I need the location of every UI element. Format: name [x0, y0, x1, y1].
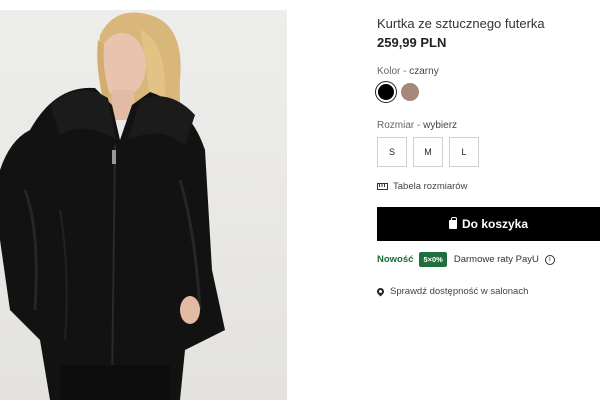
store-availability-link[interactable]: Sprawdź dostępność w salonach: [375, 286, 529, 297]
payu-text: Darmowe raty PayU: [453, 254, 539, 265]
size-button-m[interactable]: M: [413, 137, 443, 167]
product-photo[interactable]: [0, 10, 287, 400]
color-swatch-brown[interactable]: [401, 83, 419, 101]
size-table-label: Tabela rozmiarów: [393, 181, 468, 192]
info-icon[interactable]: i: [544, 254, 555, 265]
size-button-s[interactable]: S: [377, 137, 407, 167]
payu-installments-row: Nowość 5×0% Darmowe raty PayU i: [377, 252, 555, 267]
size-button-l[interactable]: L: [449, 137, 479, 167]
add-to-cart-button[interactable]: Do koszyka: [377, 207, 600, 241]
add-to-cart-label: Do koszyka: [461, 217, 529, 231]
color-label: Kolor: [377, 66, 401, 77]
ruler-icon: [377, 183, 388, 190]
new-label: Nowość: [377, 254, 414, 265]
color-separator: -: [400, 66, 410, 77]
color-label-row: Kolor - czarny: [377, 66, 439, 77]
location-pin-icon: [375, 286, 386, 297]
product-photo-illustration: [0, 12, 225, 400]
size-label-row: Rozmiar - wybierz: [377, 120, 457, 131]
store-availability-label: Sprawdź dostępność w salonach: [390, 286, 529, 297]
size-label: Rozmiar: [377, 120, 415, 131]
size-table-link[interactable]: Tabela rozmiarów: [377, 181, 467, 192]
size-separator: -: [414, 120, 424, 131]
color-swatch-black[interactable]: [378, 84, 394, 100]
size-selected-value: wybierz: [423, 120, 458, 131]
shopping-bag-icon: [448, 216, 457, 229]
product-title: Kurtka ze sztucznego futerka: [377, 16, 545, 31]
installments-badge: 5×0%: [419, 252, 447, 267]
color-selected-value: czarny: [409, 66, 439, 77]
product-price: 259,99 PLN: [377, 35, 447, 50]
